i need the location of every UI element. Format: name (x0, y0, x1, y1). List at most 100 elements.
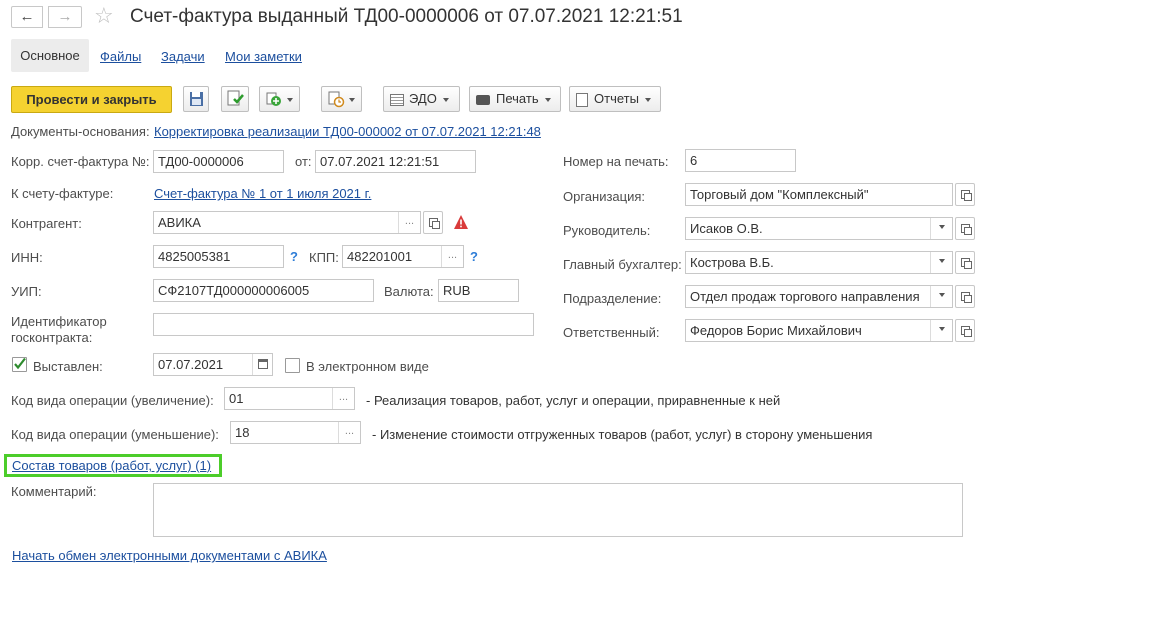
edo-label: ЭДО (409, 91, 437, 106)
open-org-button[interactable] (955, 183, 975, 206)
arrow-left-icon: ← (19, 8, 35, 25)
print-number-label: Номер на печать: (563, 154, 669, 169)
select-ellipsis-button[interactable]: ... (338, 422, 360, 443)
tab-tasks[interactable]: Задачи (161, 49, 205, 65)
uip-field[interactable]: СФ2107ТД000000006005 (153, 279, 374, 302)
chevron-down-icon (938, 259, 945, 264)
edo-button[interactable]: ЭДО (383, 86, 460, 112)
comment-textarea[interactable] (153, 483, 963, 537)
to-invoice-link[interactable]: Счет-фактура № 1 от 1 июля 2021 г. (154, 186, 371, 202)
counterparty-field[interactable]: АВИКА ... (153, 211, 421, 234)
dropdown-button[interactable] (930, 286, 952, 307)
currency-field[interactable]: RUB (438, 279, 519, 302)
op-code-dec-desc: - Изменение стоимости отгруженных товаро… (372, 427, 873, 442)
chevron-down-icon (938, 293, 945, 298)
chevron-down-icon (644, 97, 651, 102)
forward-button[interactable]: → (48, 6, 82, 28)
post-and-close-label: Провести и закрыть (26, 92, 157, 107)
org-field[interactable]: Торговый дом "Комплексный" (685, 183, 953, 206)
document-post-icon (227, 90, 244, 106)
date-from-label: от: (295, 154, 312, 169)
op-code-inc-desc: - Реализация товаров, работ, услуг и опе… (366, 393, 781, 408)
accountant-label: Главный бухгалтер: (563, 257, 682, 272)
window-title: Счет-фактура выданный ТД00-0000006 от 07… (130, 6, 683, 27)
date-from-field[interactable]: 07.07.2021 12:21:51 (315, 150, 476, 173)
op-code-dec-label: Код вида операции (уменьшение): (11, 427, 219, 442)
open-accountant-button[interactable] (955, 251, 975, 274)
chevron-down-icon (349, 97, 355, 102)
corr-invoice-label: Корр. счет-фактура №: (11, 154, 150, 169)
printer-icon (476, 94, 490, 105)
reports-button[interactable]: Отчеты (569, 86, 661, 112)
chevron-down-icon (938, 225, 945, 230)
history-button[interactable] (321, 86, 362, 112)
checkmark-icon (14, 357, 26, 370)
open-head-button[interactable] (955, 217, 975, 240)
chevron-down-icon (442, 97, 449, 102)
org-label: Организация: (563, 189, 646, 204)
print-number-field[interactable]: 6 (685, 149, 796, 172)
floppy-disk-icon (190, 92, 203, 106)
corr-invoice-number-field[interactable]: ТД00-0000006 (153, 150, 284, 173)
accountant-field[interactable]: Кострова В.Б. (685, 251, 953, 274)
history-icon (328, 91, 345, 108)
responsible-field[interactable]: Федоров Борис Михайлович (685, 319, 953, 342)
chevron-down-icon (938, 327, 945, 332)
calendar-icon[interactable] (252, 354, 272, 375)
tab-files[interactable]: Файлы (100, 49, 141, 65)
print-button[interactable]: Печать (469, 86, 561, 112)
kpp-help-icon[interactable]: ? (470, 249, 478, 264)
division-field[interactable]: Отдел продаж торгового направления (685, 285, 953, 308)
save-button[interactable] (183, 86, 209, 112)
open-counterparty-button[interactable] (423, 211, 443, 234)
post-button[interactable] (221, 86, 249, 112)
comment-label: Комментарий: (11, 484, 97, 499)
post-and-close-button[interactable]: Провести и закрыть (11, 86, 172, 113)
op-code-inc-field[interactable]: 01 ... (224, 387, 355, 410)
open-responsible-button[interactable] (955, 319, 975, 342)
op-code-dec-field[interactable]: 18 ... (230, 421, 361, 444)
tab-main-label: Основное (20, 48, 80, 63)
report-icon (576, 92, 588, 107)
base-docs-link[interactable]: Корректировка реализации ТД00-000002 от … (154, 124, 541, 140)
kpp-label: КПП: (309, 250, 339, 265)
dropdown-button[interactable] (930, 252, 952, 273)
gov-contract-field[interactable] (153, 313, 534, 336)
issued-label: Выставлен: (33, 359, 103, 374)
open-division-button[interactable] (955, 285, 975, 308)
to-invoice-label: К счету-фактуре: (11, 186, 114, 201)
inn-help-icon[interactable]: ? (290, 249, 298, 264)
issued-checkbox[interactable] (12, 357, 27, 372)
issued-date-field[interactable]: 07.07.2021 (153, 353, 273, 376)
currency-label: Валюта: (384, 284, 434, 299)
gov-contract-label-line2: госконтракта: (11, 330, 93, 345)
op-code-inc-label: Код вида операции (увеличение): (11, 393, 214, 408)
back-button[interactable]: ← (11, 6, 43, 28)
dropdown-button[interactable] (930, 320, 952, 341)
electronic-checkbox[interactable] (285, 358, 300, 373)
inn-field[interactable]: 4825005381 (153, 245, 284, 268)
goods-link[interactable]: Состав товаров (работ, услуг) (1) (12, 458, 211, 474)
favorite-star-icon[interactable]: ☆ (94, 3, 114, 29)
kpp-field[interactable]: 482201001 ... (342, 245, 464, 268)
counterparty-label: Контрагент: (11, 216, 82, 231)
head-field[interactable]: Исаков О.В. (685, 217, 953, 240)
head-label: Руководитель: (563, 223, 651, 238)
create-based-on-button[interactable] (259, 86, 300, 112)
chevron-down-icon (544, 97, 551, 102)
select-ellipsis-button[interactable]: ... (332, 388, 354, 409)
warning-icon[interactable] (453, 214, 469, 230)
arrow-right-icon: → (57, 8, 73, 25)
tab-main[interactable]: Основное (11, 39, 89, 72)
start-edo-link[interactable]: Начать обмен электронными документами с … (12, 548, 327, 564)
gov-contract-label-line1: Идентификатор (11, 314, 107, 329)
reports-label: Отчеты (594, 91, 639, 106)
print-label: Печать (496, 91, 539, 106)
tab-notes[interactable]: Мои заметки (225, 49, 302, 65)
edo-icon (390, 93, 404, 106)
base-docs-label: Документы-основания: (11, 124, 150, 139)
select-ellipsis-button[interactable]: ... (398, 212, 420, 233)
dropdown-button[interactable] (930, 218, 952, 239)
select-ellipsis-button[interactable]: ... (441, 246, 463, 267)
division-label: Подразделение: (563, 291, 662, 306)
